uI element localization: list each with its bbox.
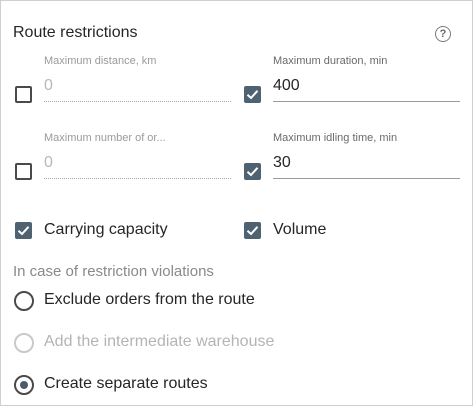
add-warehouse-radio: [14, 333, 34, 353]
carrying-capacity-checkbox[interactable]: [15, 222, 32, 239]
max-idling-checkbox[interactable]: [244, 163, 261, 180]
max-orders-checkbox[interactable]: [15, 163, 32, 180]
volume-label[interactable]: Volume: [273, 221, 326, 239]
max-distance-value[interactable]: 0: [44, 77, 53, 95]
max-idling-label: Maximum idling time, min: [273, 132, 398, 144]
max-orders-value[interactable]: 0: [44, 154, 53, 172]
max-orders-underline: [44, 178, 231, 179]
separate-routes-label[interactable]: Create separate routes: [44, 375, 208, 393]
checkmark-icon: [17, 226, 30, 236]
max-duration-checkbox[interactable]: [244, 86, 261, 103]
max-duration-label: Maximum duration, min: [273, 55, 388, 67]
checkmark-icon: [246, 226, 259, 236]
max-duration-value[interactable]: 400: [273, 77, 300, 95]
volume-checkbox[interactable]: [244, 222, 261, 239]
separate-routes-radio[interactable]: [14, 375, 34, 395]
exclude-orders-radio[interactable]: [14, 291, 34, 311]
max-duration-underline: [273, 101, 460, 102]
max-idling-underline: [273, 178, 460, 179]
checkmark-icon: [246, 90, 259, 100]
add-warehouse-label: Add the intermediate warehouse: [44, 333, 275, 350]
max-distance-checkbox[interactable]: [15, 86, 32, 103]
violations-heading: In case of restriction violations: [13, 263, 214, 280]
max-orders-label: Maximum number of or...: [44, 132, 166, 144]
max-idling-value[interactable]: 30: [273, 154, 291, 172]
help-circle-icon[interactable]: ?: [435, 26, 451, 42]
panel-title: Route restrictions: [13, 24, 138, 41]
max-distance-underline: [44, 101, 231, 102]
max-distance-label: Maximum distance, km: [44, 55, 157, 67]
carrying-capacity-label[interactable]: Carrying capacity: [44, 221, 168, 239]
route-restrictions-panel: Route restrictions ? Maximum distance, k…: [0, 0, 473, 406]
checkmark-icon: [246, 167, 259, 177]
exclude-orders-label[interactable]: Exclude orders from the route: [44, 291, 255, 309]
